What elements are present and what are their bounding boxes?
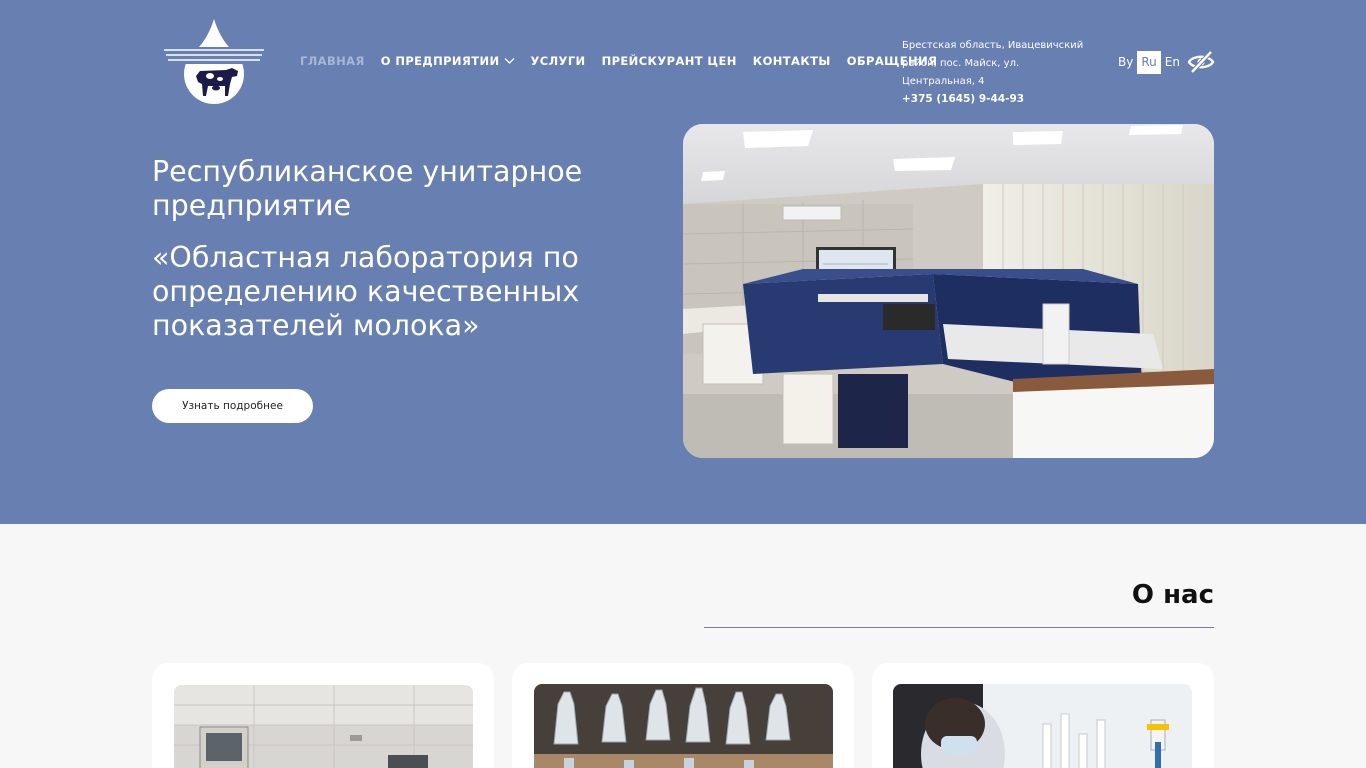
logo[interactable] bbox=[160, 16, 268, 108]
nav-item-home[interactable]: ГЛАВНАЯ bbox=[300, 54, 365, 68]
nav-item-label: О ПРЕДПРИЯТИИ bbox=[380, 54, 500, 68]
nav-item-about-enterprise[interactable]: О ПРЕДПРИЯТИИ bbox=[381, 54, 515, 68]
lang-by[interactable]: By bbox=[1114, 51, 1137, 74]
nav-item-contacts[interactable]: КОНТАКТЫ bbox=[753, 54, 831, 68]
header-contacts: Брестская область, Ивацевичский район, п… bbox=[902, 37, 1092, 105]
hero-title: Республиканское унитарное предприятие bbox=[152, 155, 583, 222]
about-divider bbox=[704, 627, 1214, 628]
main-nav: ГЛАВНАЯ О ПРЕДПРИЯТИИ УСЛУГИ ПРЕЙСКУРАНТ… bbox=[300, 54, 953, 68]
about-card[interactable] bbox=[872, 663, 1214, 768]
eye-off-icon[interactable] bbox=[1186, 49, 1216, 75]
learn-more-button[interactable]: Узнать подробнее bbox=[152, 389, 313, 423]
nav-item-services[interactable]: УСЛУГИ bbox=[531, 54, 586, 68]
laboratory-photo bbox=[683, 124, 1214, 458]
lang-ru[interactable]: Ru bbox=[1137, 51, 1161, 74]
nav-item-price-list[interactable]: ПРЕЙСКУРАНТ ЦЕН bbox=[602, 54, 737, 68]
chevron-down-icon bbox=[504, 58, 514, 64]
hero-subtitle: «Областная лаборатория по определению ка… bbox=[152, 241, 580, 342]
about-card[interactable] bbox=[512, 663, 854, 768]
language-switcher: By Ru En bbox=[1114, 51, 1184, 74]
phone-link[interactable]: +375 (1645) 9-44-93 bbox=[902, 93, 1092, 105]
address: Брестская область, Ивацевичский район, п… bbox=[902, 40, 1084, 87]
lab-equipment-photo bbox=[174, 685, 473, 768]
milk-sample-bottles-photo bbox=[534, 684, 833, 768]
hero-section: ГЛАВНАЯ О ПРЕДПРИЯТИИ УСЛУГИ ПРЕЙСКУРАНТ… bbox=[0, 0, 1366, 524]
about-card[interactable] bbox=[152, 663, 494, 768]
about-title: О нас bbox=[1131, 580, 1214, 610]
lab-technician-photo bbox=[893, 684, 1192, 768]
lang-en[interactable]: En bbox=[1161, 51, 1184, 74]
